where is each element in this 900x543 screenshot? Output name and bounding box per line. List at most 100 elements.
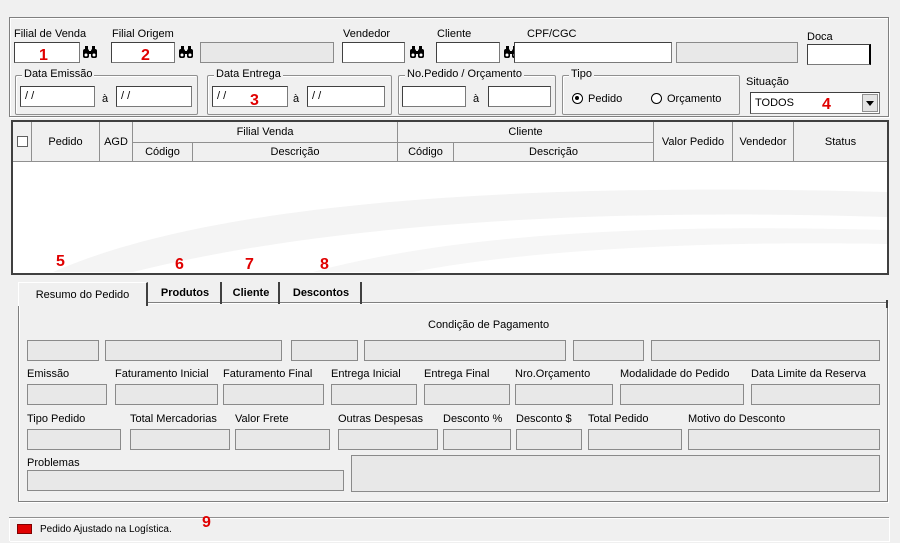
condicao-pagamento-label: Condição de Pagamento (428, 319, 550, 331)
filial-origem-description (200, 42, 334, 63)
tab-resumo-label: Resumo do Pedido (35, 288, 130, 301)
nro-orcamento-field (515, 384, 613, 405)
condicao-field-1 (27, 340, 99, 361)
condicao-field-4 (364, 340, 566, 361)
total-pedido-label: Total Pedido (588, 413, 649, 425)
problemas-field (27, 470, 344, 491)
group-filial-venda: Filial Venda (133, 122, 398, 143)
filial-venda-label: Filial de Venda (14, 28, 87, 40)
data-limite-reserva-label: Data Limite da Reserva (751, 368, 866, 380)
col-valor-pedido[interactable]: Valor Pedido (654, 122, 733, 162)
cpf-cgc-label: CPF/CGC (527, 28, 577, 40)
valor-frete-label: Valor Frete (235, 413, 289, 425)
condicao-field-6 (651, 340, 880, 361)
binoculars-icon[interactable] (178, 45, 194, 59)
outras-despesas-label: Outras Despesas (338, 413, 423, 425)
faturamento-final-field (223, 384, 324, 405)
faturamento-final-label: Faturamento Final (223, 368, 313, 380)
tipo-pedido-radio[interactable] (572, 93, 583, 104)
doca-input[interactable] (807, 44, 871, 65)
col-cliente-descricao[interactable]: Descrição (454, 143, 654, 162)
data-entrega-to-input[interactable]: / / (307, 86, 385, 107)
desconto-valor-field (516, 429, 582, 450)
data-emissao-to-input[interactable]: / / (116, 86, 192, 107)
pedido-range-separator: à (473, 93, 480, 105)
situacao-value: TODOS (755, 97, 794, 109)
callout-marker-1: 1 (39, 47, 48, 64)
cliente-input[interactable] (436, 42, 500, 63)
date-range-separator: à (102, 93, 109, 105)
data-emissao-from-input[interactable]: / / (20, 86, 95, 107)
condicao-field-2 (105, 340, 282, 361)
col-vendedor[interactable]: Vendedor (733, 122, 794, 162)
vendedor-input[interactable] (342, 42, 405, 63)
tab-cliente[interactable]: Cliente (224, 282, 280, 304)
faturamento-inicial-field (115, 384, 218, 405)
col-cliente-codigo[interactable]: Código (398, 143, 454, 162)
callout-marker-8: 8 (320, 256, 329, 273)
pedido-to-input[interactable] (488, 86, 551, 107)
callout-marker-9: 9 (202, 514, 211, 531)
tab-strip-edge (886, 300, 888, 308)
callout-marker-2: 2 (141, 47, 150, 64)
pedido-range-title: No.Pedido / Orçamento (405, 68, 524, 81)
tipo-orcamento-label[interactable]: Orçamento (667, 93, 721, 106)
pedido-from-input[interactable] (402, 86, 466, 107)
binoculars-icon[interactable] (409, 45, 425, 59)
callout-marker-6: 6 (175, 256, 184, 273)
situacao-select[interactable]: TODOS (750, 92, 880, 114)
orders-grid[interactable]: Pedido AGD Filial Venda Código Descrição… (11, 120, 889, 275)
emissao-label: Emissão (27, 368, 70, 380)
tab-produtos-label: Produtos (160, 287, 210, 299)
tipo-pedido-label[interactable]: Pedido (588, 93, 622, 106)
nro-orcamento-label: Nro.Orçamento (515, 368, 591, 380)
col-filial-codigo[interactable]: Código (133, 143, 193, 162)
condicao-field-5 (573, 340, 644, 361)
data-entrega-title: Data Entrega (214, 68, 283, 81)
tab-strip: Resumo do Pedido Produtos Cliente Descon… (18, 282, 888, 308)
total-mercadorias-label: Total Mercadorias (130, 413, 217, 425)
situacao-label: Situação (746, 76, 789, 88)
entrega-inicial-label: Entrega Inicial (331, 368, 401, 380)
watermark-swoosh (53, 189, 887, 272)
data-limite-reserva-field (751, 384, 880, 405)
doca-label: Doca (807, 31, 833, 43)
col-pedido[interactable]: Pedido (32, 122, 100, 162)
entrega-final-label: Entrega Final (424, 368, 490, 380)
outras-despesas-field (338, 429, 438, 450)
valor-frete-field (235, 429, 330, 450)
entrega-final-field (424, 384, 510, 405)
desconto-valor-label: Desconto $ (516, 413, 572, 425)
filial-origem-label: Filial Origem (112, 28, 174, 40)
col-agd[interactable]: AGD (100, 122, 133, 162)
tab-descontos[interactable]: Descontos (282, 282, 362, 304)
select-all-header (13, 122, 32, 162)
col-status[interactable]: Status (794, 122, 887, 162)
legend-text: Pedido Ajustado na Logística. (40, 524, 172, 535)
faturamento-inicial-label: Faturamento Inicial (115, 368, 209, 380)
cliente-label: Cliente (437, 28, 472, 40)
data-emissao-title: Data Emissão (22, 68, 95, 81)
tipo-orcamento-radio[interactable] (651, 93, 662, 104)
tab-cliente-label: Cliente (232, 287, 270, 299)
desconto-percent-field (443, 429, 511, 450)
tipo-pedido-label: Tipo Pedido (27, 413, 86, 425)
select-all-checkbox[interactable] (16, 136, 28, 147)
callout-marker-3: 3 (250, 92, 259, 109)
callout-marker-4: 4 (822, 96, 831, 113)
total-mercadorias-field (130, 429, 230, 450)
tab-resumo-do-pedido[interactable]: Resumo do Pedido (18, 282, 148, 306)
tipo-pedido-field (27, 429, 121, 450)
group-cliente: Cliente (398, 122, 654, 143)
cpf-cgc-input[interactable] (514, 42, 672, 63)
modalidade-pedido-field (620, 384, 744, 405)
condicao-field-3 (291, 340, 358, 361)
col-filial-descricao[interactable]: Descrição (193, 143, 398, 162)
binoculars-icon[interactable] (82, 45, 98, 59)
chevron-down-icon[interactable] (862, 94, 878, 112)
problemas-detail-area (351, 455, 880, 492)
tab-produtos[interactable]: Produtos (150, 282, 222, 304)
emissao-field (27, 384, 107, 405)
total-pedido-field (588, 429, 682, 450)
tipo-title: Tipo (569, 68, 594, 81)
